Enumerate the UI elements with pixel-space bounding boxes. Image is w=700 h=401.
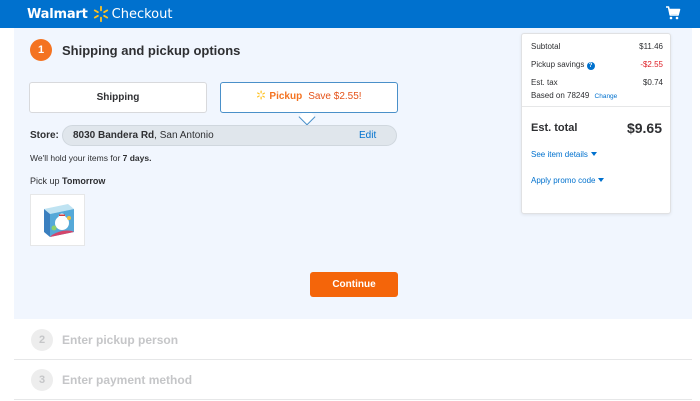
order-summary: Subtotal $11.46 Pickup savings ? -$2.55 … xyxy=(521,33,671,214)
store-city: , San Antonio xyxy=(154,130,214,141)
savings-row: Pickup savings ? -$2.55 xyxy=(531,60,663,70)
continue-button[interactable]: Continue xyxy=(310,272,398,297)
step2-row: 2 Enter pickup person xyxy=(14,320,692,360)
store-label: Store: xyxy=(30,130,59,141)
step2-number: 2 xyxy=(31,329,53,351)
savings-label: Pickup savings xyxy=(531,60,585,69)
hold-prefix: We'll hold your items for xyxy=(30,153,123,163)
checkout-subtitle: Checkout xyxy=(111,6,173,22)
tax-location-row: Based on 78249 Change xyxy=(531,91,663,100)
product-thumbnail[interactable] xyxy=(30,194,85,246)
apply-promo-code-label: Apply promo code xyxy=(531,176,596,185)
est-total-value: $9.65 xyxy=(626,120,662,136)
tax-value: $0.74 xyxy=(642,78,663,87)
savings-value: -$2.55 xyxy=(640,60,663,69)
info-icon[interactable]: ? xyxy=(586,62,595,70)
step3-number: 3 xyxy=(31,369,53,391)
step1-title: Shipping and pickup options xyxy=(62,43,241,58)
brand-name: Walmart xyxy=(27,6,88,22)
apply-promo-code-link[interactable]: Apply promo code xyxy=(531,176,605,185)
hold-days: 7 days. xyxy=(122,153,152,163)
tax-based-on: Based on 78249 xyxy=(531,91,590,100)
shipping-tab[interactable]: Shipping xyxy=(29,82,207,113)
store-selector[interactable]: 8030 Bandera Rd, San Antonio Edit xyxy=(62,125,397,146)
tax-label: Est. tax xyxy=(531,78,558,87)
pickup-day: Tomorrow xyxy=(62,176,106,186)
est-total-label: Est. total xyxy=(531,122,578,134)
walmart-logo-link[interactable]: Walmart Checkout xyxy=(27,5,172,23)
cart-icon[interactable] xyxy=(665,5,681,21)
step1-number: 1 xyxy=(30,39,52,61)
walmart-spark-icon xyxy=(93,5,108,23)
pickup-tab[interactable]: Pickup Save $2.55! xyxy=(220,82,398,113)
store-edit-link[interactable]: Edit xyxy=(359,130,376,141)
step3-title: Enter payment method xyxy=(62,373,193,387)
pickup-when: Pick up Tomorrow xyxy=(30,176,105,186)
step3-row: 3 Enter payment method xyxy=(14,360,692,400)
pickup-tab-label: Pickup xyxy=(269,91,303,102)
subtotal-row: Subtotal $11.46 xyxy=(531,42,663,51)
see-item-details-link[interactable]: See item details xyxy=(531,150,597,159)
subtotal-label: Subtotal xyxy=(531,42,561,51)
subtotal-value: $11.46 xyxy=(639,42,663,51)
chevron-down-icon xyxy=(590,152,597,156)
tax-row: Est. tax $0.74 xyxy=(531,78,663,87)
tissue-box-image xyxy=(44,204,74,237)
pickup-prefix: Pick up xyxy=(30,176,63,186)
walmart-spark-icon xyxy=(257,90,266,100)
change-zip-link[interactable]: Change xyxy=(595,93,618,100)
pickup-savings-label: Save $2.55! xyxy=(308,91,362,102)
store-address: 8030 Bandera Rd, San Antonio xyxy=(73,130,214,141)
store-street: 8030 Bandera Rd xyxy=(73,130,155,141)
step2-title: Enter pickup person xyxy=(62,333,179,347)
hold-notice: We'll hold your items for 7 days. xyxy=(30,153,151,163)
top-header-bar: Walmart Checkout xyxy=(0,0,700,28)
summary-divider xyxy=(522,106,670,107)
chevron-down-icon xyxy=(598,178,605,182)
see-item-details-label: See item details xyxy=(531,150,588,159)
